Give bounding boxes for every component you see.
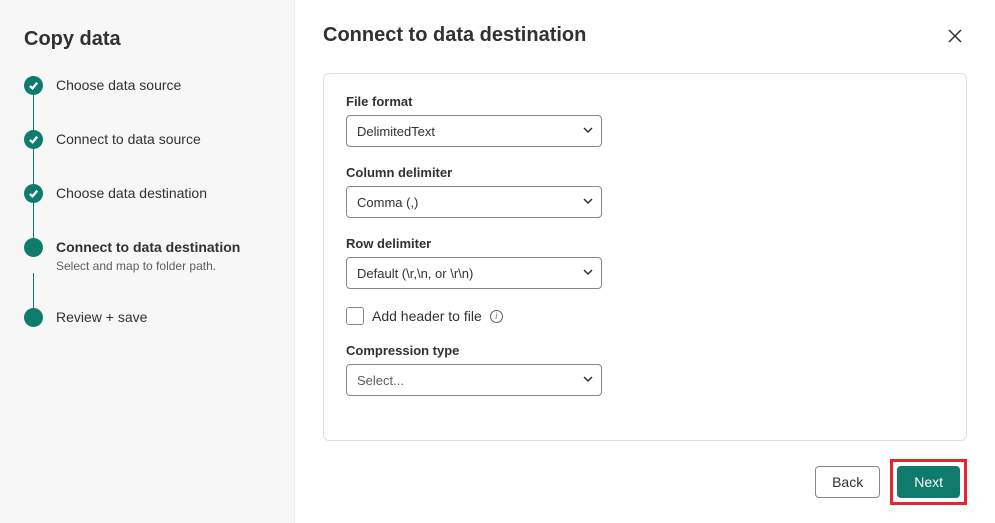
step-review-save[interactable]: Review + save	[24, 307, 270, 329]
field-file-format: File format DelimitedText	[346, 94, 944, 147]
file-format-value: DelimitedText	[357, 124, 435, 139]
checkmark-icon	[24, 184, 43, 203]
column-delimiter-label: Column delimiter	[346, 165, 944, 180]
compression-type-placeholder: Select...	[357, 373, 404, 388]
step-label: Choose data destination	[56, 185, 207, 201]
step-label: Connect to data source	[56, 131, 201, 147]
step-choose-data-destination[interactable]: Choose data destination	[24, 183, 270, 205]
step-label: Connect to data destination	[56, 239, 240, 255]
future-step-icon	[24, 308, 43, 327]
row-delimiter-select[interactable]: Default (\r,\n, or \r\n)	[346, 257, 602, 289]
step-connector	[24, 97, 270, 129]
step-connect-data-destination[interactable]: Connect to data destination Select and m…	[24, 237, 270, 275]
compression-type-select[interactable]: Select...	[346, 364, 602, 396]
field-compression-type: Compression type Select...	[346, 343, 944, 396]
info-icon[interactable]: i	[490, 310, 503, 323]
step-sublabel: Select and map to folder path.	[56, 259, 270, 273]
page-title: Connect to data destination	[323, 24, 586, 47]
file-format-select[interactable]: DelimitedText	[346, 115, 602, 147]
checkmark-icon	[24, 130, 43, 149]
step-connector	[24, 205, 270, 237]
step-connector	[24, 151, 270, 183]
main-header: Connect to data destination	[323, 24, 967, 51]
wizard-footer: Back Next	[323, 441, 967, 505]
wizard-steps: Choose data source Connect to data sourc…	[24, 75, 270, 329]
row-delimiter-value: Default (\r,\n, or \r\n)	[357, 266, 473, 281]
close-icon	[947, 28, 963, 44]
highlight-annotation: Next	[890, 459, 967, 505]
column-delimiter-value: Comma (,)	[357, 195, 418, 210]
back-button[interactable]: Back	[815, 466, 880, 498]
wizard-sidebar: Copy data Choose data source Connect to …	[0, 0, 295, 523]
field-column-delimiter: Column delimiter Comma (,)	[346, 165, 944, 218]
row-delimiter-label: Row delimiter	[346, 236, 944, 251]
column-delimiter-select[interactable]: Comma (,)	[346, 186, 602, 218]
file-format-label: File format	[346, 94, 944, 109]
step-choose-data-source[interactable]: Choose data source	[24, 75, 270, 97]
step-connector	[24, 275, 270, 307]
form-panel: File format DelimitedText Column delimit…	[323, 73, 967, 441]
close-button[interactable]	[943, 24, 967, 51]
wizard-title: Copy data	[24, 28, 270, 51]
checkmark-icon	[24, 76, 43, 95]
add-header-label: Add header to file	[372, 308, 482, 324]
step-connect-data-source[interactable]: Connect to data source	[24, 129, 270, 151]
step-label: Review + save	[56, 309, 147, 325]
field-row-delimiter: Row delimiter Default (\r,\n, or \r\n)	[346, 236, 944, 289]
step-label: Choose data source	[56, 77, 181, 93]
current-step-icon	[24, 238, 43, 257]
main-content: Connect to data destination File format …	[295, 0, 995, 523]
next-button[interactable]: Next	[897, 466, 960, 498]
add-header-checkbox[interactable]	[346, 307, 364, 325]
field-add-header: Add header to file i	[346, 307, 944, 325]
compression-type-label: Compression type	[346, 343, 944, 358]
